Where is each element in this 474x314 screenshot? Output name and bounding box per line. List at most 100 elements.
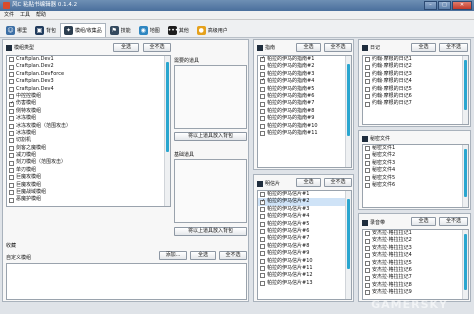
guide-list-item[interactable]: 帕拉的伊马的指南#10 <box>258 123 351 130</box>
postcards-scrollbar[interactable] <box>345 191 351 299</box>
mods-scroll-thumb[interactable] <box>166 62 169 152</box>
guide-list-item[interactable]: 帕拉的伊马的指南#11 <box>258 130 351 137</box>
tab-map[interactable]: ◉ 地图 <box>135 23 164 37</box>
postcard-list-item[interactable]: 帕拉的伊马信片#9 <box>258 250 351 257</box>
checkbox[interactable] <box>365 153 370 159</box>
guide-select-all-button[interactable]: 全选 <box>296 43 321 52</box>
checkbox[interactable] <box>9 175 14 181</box>
mods-deselect-all-button[interactable]: 全不选 <box>143 43 171 52</box>
checkbox[interactable] <box>9 138 14 144</box>
diary-list-item[interactable]: 约翰·摩根的日记2 <box>363 63 468 70</box>
checkbox[interactable] <box>365 238 370 244</box>
checkbox[interactable] <box>260 116 265 122</box>
checkbox[interactable] <box>365 231 370 237</box>
checkbox[interactable] <box>365 57 370 63</box>
tapes-scrollbar[interactable] <box>462 230 468 299</box>
mod-list-item[interactable]: Craftplan.Dev3 <box>7 78 170 85</box>
checkbox[interactable] <box>260 229 265 235</box>
guide-deselect-all-button[interactable]: 全不选 <box>324 43 352 52</box>
custom-deselect-all-button[interactable]: 全不选 <box>219 251 247 260</box>
guide-list-item[interactable]: 帕拉的伊马的指南#2 <box>258 63 351 70</box>
tab-location[interactable]: ☺ 哪里 <box>2 23 31 37</box>
checkbox[interactable] <box>365 290 370 296</box>
checkbox[interactable] <box>9 168 14 174</box>
secret-file-list-item[interactable]: 秘密文件6 <box>363 182 468 189</box>
checkbox[interactable] <box>9 190 14 196</box>
mod-list-item[interactable]: Craftplan.Dev1 <box>7 56 170 63</box>
checkbox[interactable] <box>260 108 265 114</box>
checkbox[interactable] <box>260 86 265 92</box>
tab-backpack[interactable]: ▣ 背包 <box>31 23 60 37</box>
postcards-scroll-thumb[interactable] <box>347 199 350 269</box>
checkbox[interactable] <box>9 108 14 114</box>
diary-scroll-thumb[interactable] <box>464 60 467 110</box>
checkbox[interactable] <box>260 198 265 205</box>
tab-skills[interactable]: ⚑ 技能 <box>106 23 135 37</box>
checkbox[interactable] <box>260 131 265 137</box>
checkbox[interactable] <box>365 86 370 92</box>
diary-list-item[interactable]: 约翰·摩根的日记4 <box>363 78 468 85</box>
tab-advanced-user[interactable]: ● 高级用户 <box>193 23 232 37</box>
checkbox[interactable] <box>365 94 370 100</box>
checkbox[interactable] <box>260 251 265 257</box>
checkbox[interactable] <box>260 273 265 279</box>
tape-list-item[interactable]: 安杰拉·格拉拉记4 <box>363 252 468 259</box>
checkbox[interactable] <box>260 258 265 264</box>
secret-files-scrollbar[interactable] <box>462 145 468 207</box>
checkbox[interactable] <box>9 57 14 63</box>
mod-list-item[interactable]: 巨魔攻模组 <box>7 182 170 189</box>
checkbox[interactable] <box>260 266 265 272</box>
mod-list-item[interactable]: Craftplan.Dev4 <box>7 86 170 93</box>
mods-scrollbar[interactable] <box>164 56 170 206</box>
tape-list-item[interactable]: 安杰拉·格拉拉记5 <box>363 260 468 267</box>
checkbox[interactable] <box>9 100 14 107</box>
guide-list-item[interactable]: 帕拉的伊马的指南#5 <box>258 86 351 93</box>
postcard-list-item[interactable]: 帕拉的伊马信片#5 <box>258 221 351 228</box>
secret-file-list-item[interactable]: 秘密文件5 <box>363 175 468 182</box>
checkbox[interactable] <box>9 79 14 85</box>
checkbox[interactable] <box>9 71 14 77</box>
checkbox[interactable] <box>365 260 370 266</box>
checkbox[interactable] <box>260 56 265 63</box>
checkbox[interactable] <box>9 160 14 166</box>
tapes-deselect-all-button[interactable]: 全不选 <box>439 217 468 226</box>
mod-list-item[interactable]: 巨魔攻模组 <box>7 174 170 181</box>
menu-tools[interactable]: 工具 <box>20 11 30 19</box>
needed-to-backpack-button[interactable]: 将以上道具放入背包 <box>174 132 247 141</box>
mod-list-item[interactable]: Craftplan.DevForce <box>7 71 170 78</box>
secret-files-scroll-thumb[interactable] <box>464 149 467 197</box>
diary-select-all-button[interactable]: 全选 <box>411 43 436 52</box>
checkbox[interactable] <box>365 275 370 281</box>
mod-list-item[interactable]: 切割机 <box>7 137 170 144</box>
close-button[interactable]: ✕ <box>452 1 472 10</box>
tab-other[interactable]: ••• 其他 <box>164 23 193 37</box>
checkbox[interactable] <box>260 243 265 249</box>
checkbox[interactable] <box>260 192 265 198</box>
mod-list-item[interactable]: 伤害模组 <box>7 100 170 107</box>
checkbox[interactable] <box>260 64 265 70</box>
checkbox[interactable] <box>9 182 14 188</box>
custom-select-all-button[interactable]: 全选 <box>190 251 216 260</box>
postcard-list-item[interactable]: 帕拉的伊马信片#12 <box>258 272 351 279</box>
diary-scrollbar[interactable] <box>462 56 468 124</box>
checkbox[interactable] <box>9 131 14 137</box>
checkbox[interactable] <box>260 123 265 129</box>
mod-list-item[interactable]: 冰冻模组 <box>7 115 170 122</box>
postcard-list-item[interactable]: 帕拉的伊马信片#7 <box>258 235 351 242</box>
checkbox[interactable] <box>260 71 265 77</box>
mod-list-item[interactable]: 恶魔护模组 <box>7 196 170 203</box>
checkbox[interactable] <box>365 101 370 107</box>
tape-list-item[interactable]: 安杰拉·格拉拉记2 <box>363 237 468 244</box>
mod-list-item[interactable]: 冰冻模组 <box>7 130 170 137</box>
tape-list-item[interactable]: 安杰拉·格拉拉记7 <box>363 274 468 281</box>
secret-file-list-item[interactable]: 秘密文件4 <box>363 167 468 174</box>
mod-list-item[interactable]: 刻刀模组（范围攻击） <box>7 159 170 166</box>
checkbox[interactable] <box>9 145 14 151</box>
checkbox[interactable] <box>365 160 370 166</box>
checkbox[interactable] <box>9 94 14 100</box>
checkbox[interactable] <box>365 146 370 152</box>
tapes-select-all-button[interactable]: 全选 <box>411 217 436 226</box>
checkbox[interactable] <box>365 253 370 259</box>
diary-list-item[interactable]: 约翰·摩根的日记5 <box>363 86 468 93</box>
tape-list-item[interactable]: 安杰拉·格拉拉记9 <box>363 289 468 296</box>
